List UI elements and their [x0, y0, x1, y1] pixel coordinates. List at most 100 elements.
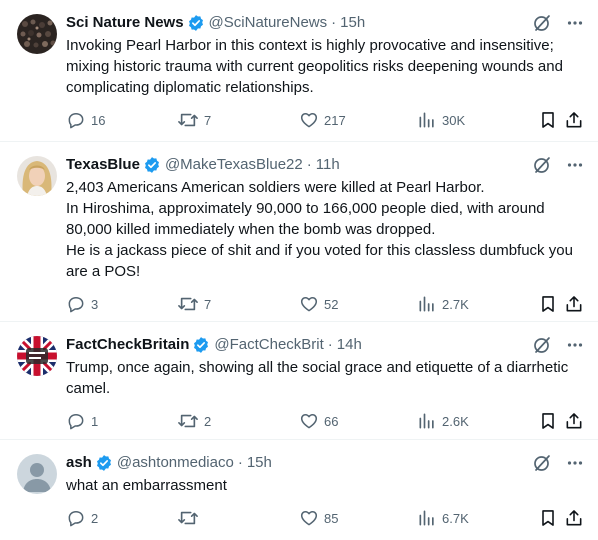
post-actions: 1 2 66 2.6K — [66, 399, 582, 443]
post[interactable]: FactCheckBritain @FactCheckBrit · 14h Tr… — [0, 322, 598, 440]
reply-button[interactable]: 2 — [66, 496, 98, 540]
more-options-icon[interactable] — [566, 336, 584, 354]
view-count: 2.6K — [442, 413, 469, 429]
display-name[interactable]: TexasBlue — [66, 154, 140, 176]
bookmark-button[interactable] — [538, 98, 558, 142]
post-actions: 3 7 52 2.7K — [66, 282, 582, 326]
views-button[interactable]: 2.6K — [417, 399, 469, 443]
view-count: 6.7K — [442, 510, 469, 526]
repost-icon — [177, 110, 199, 130]
post-text-line: He is a jackass piece of shit and if you… — [66, 242, 573, 280]
reply-count: 1 — [91, 413, 99, 429]
post-text: 2,403 Americans American soldiers were k… — [66, 177, 582, 282]
more-options-icon[interactable] — [566, 156, 584, 174]
bookmark-button[interactable] — [538, 399, 558, 443]
analytics-icon — [417, 411, 437, 431]
post[interactable]: ash @ashtonmediaco · 15h what an embarra… — [0, 440, 598, 534]
heart-icon — [299, 294, 319, 314]
post-time[interactable]: 15h — [340, 12, 365, 34]
share-icon — [564, 508, 584, 528]
grok-icon[interactable] — [532, 453, 552, 473]
user-handle[interactable]: @MakeTexasBlue22 — [165, 154, 303, 176]
post[interactable]: Sci Nature News @SciNatureNews · 15h Inv… — [0, 0, 598, 142]
view-count: 30K — [442, 112, 466, 128]
reply-icon — [66, 294, 86, 314]
reply-feed: Sci Nature News @SciNatureNews · 15h Inv… — [0, 0, 598, 534]
separator-dot: · — [306, 156, 312, 173]
views-button[interactable]: 6.7K — [417, 496, 469, 540]
reply-button[interactable]: 16 — [66, 98, 105, 142]
like-count: 66 — [324, 413, 339, 429]
verified-badge-icon — [187, 14, 205, 32]
share-button[interactable] — [564, 98, 584, 142]
repost-button[interactable] — [177, 496, 204, 540]
more-options-icon[interactable] — [566, 14, 584, 32]
post-text: Invoking Pearl Harbor in this context is… — [66, 35, 582, 98]
grok-icon[interactable] — [532, 155, 552, 175]
share-icon — [564, 110, 584, 130]
like-button[interactable]: 217 — [299, 98, 346, 142]
user-handle[interactable]: @ashtonmediaco — [117, 452, 234, 474]
user-handle[interactable]: @SciNatureNews — [209, 12, 328, 34]
share-button[interactable] — [564, 282, 584, 326]
like-button[interactable]: 66 — [299, 399, 338, 443]
avatar[interactable] — [17, 14, 57, 54]
bookmark-button[interactable] — [538, 282, 558, 326]
bookmark-icon — [538, 110, 558, 130]
repost-button[interactable]: 7 — [177, 282, 211, 326]
reply-button[interactable]: 3 — [66, 282, 98, 326]
views-button[interactable]: 2.7K — [417, 282, 469, 326]
share-button[interactable] — [564, 399, 584, 443]
repost-icon — [177, 294, 199, 314]
separator-dot: · — [237, 454, 243, 471]
user-handle[interactable]: @FactCheckBrit — [214, 334, 323, 356]
display-name[interactable]: ash — [66, 452, 92, 474]
view-count: 2.7K — [442, 296, 469, 312]
verified-badge-icon — [143, 156, 161, 174]
share-icon — [564, 294, 584, 314]
heart-icon — [299, 411, 319, 431]
reply-icon — [66, 110, 86, 130]
more-options-icon[interactable] — [566, 454, 584, 472]
heart-icon — [299, 110, 319, 130]
post-actions: 16 7 217 30K — [66, 98, 582, 142]
like-button[interactable]: 52 — [299, 282, 338, 326]
post-time[interactable]: 15h — [247, 452, 272, 474]
repost-count: 7 — [204, 296, 212, 312]
heart-icon — [299, 508, 319, 528]
verified-badge-icon — [192, 336, 210, 354]
like-count: 85 — [324, 510, 339, 526]
avatar[interactable] — [17, 156, 57, 196]
post-text-line: what an embarrassment — [66, 477, 227, 494]
views-button[interactable]: 30K — [417, 98, 465, 142]
post-time[interactable]: 11h — [316, 154, 340, 176]
like-button[interactable]: 85 — [299, 496, 338, 540]
analytics-icon — [417, 110, 437, 130]
grok-icon[interactable] — [532, 13, 552, 33]
repost-button[interactable]: 2 — [177, 399, 211, 443]
repost-button[interactable]: 7 — [177, 98, 211, 142]
display-name[interactable]: Sci Nature News — [66, 12, 184, 34]
reply-button[interactable]: 1 — [66, 399, 98, 443]
reply-icon — [66, 411, 86, 431]
post-time[interactable]: 14h — [337, 334, 362, 356]
repost-icon — [177, 508, 199, 528]
bookmark-icon — [538, 294, 558, 314]
bookmark-icon — [538, 508, 558, 528]
reply-count: 2 — [91, 510, 99, 526]
display-name[interactable]: FactCheckBritain — [66, 334, 189, 356]
avatar[interactable] — [17, 454, 57, 494]
analytics-icon — [417, 294, 437, 314]
post-actions: 2 85 6.7K — [66, 496, 582, 540]
repost-count: 2 — [204, 413, 212, 429]
post-text-line: In Hiroshima, approximately 90,000 to 16… — [66, 200, 545, 238]
share-button[interactable] — [564, 496, 584, 540]
post-header: FactCheckBritain @FactCheckBrit · 14h — [66, 334, 582, 356]
post-header: TexasBlue @MakeTexasBlue22 · 11h — [66, 154, 582, 176]
avatar[interactable] — [17, 336, 57, 376]
grok-icon[interactable] — [532, 335, 552, 355]
bookmark-button[interactable] — [538, 496, 558, 540]
post[interactable]: TexasBlue @MakeTexasBlue22 · 11h 2,403 A… — [0, 142, 598, 322]
post-text: what an embarrassment — [66, 475, 582, 496]
reply-count: 16 — [91, 112, 106, 128]
